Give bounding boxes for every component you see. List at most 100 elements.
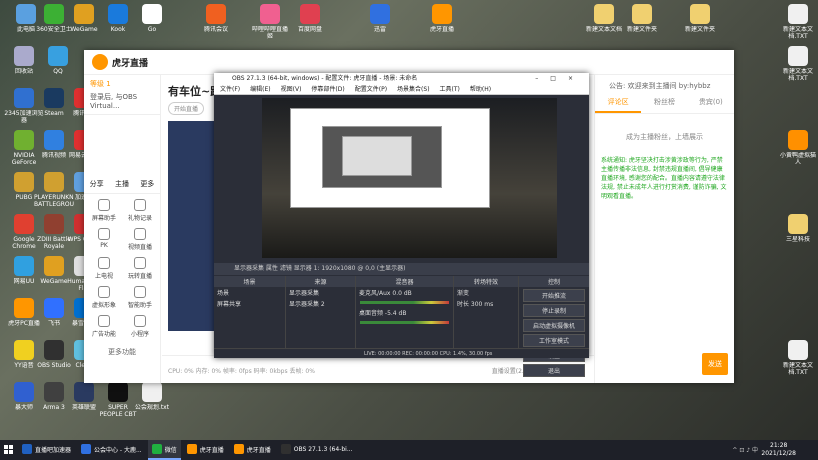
desktop-icon[interactable]: 新建文本文档.TXT [778,340,818,376]
dock-title: 转场特效 [454,276,518,287]
taskbar-item[interactable]: 微信 [147,440,181,460]
obs-menu-item[interactable]: 停靠部件(D) [311,85,344,94]
obs-menu-item[interactable]: 配置文件(P) [355,85,387,94]
desktop-icon[interactable]: 新建文本文档 [584,4,624,40]
perf-stats: CPU: 0% 内存: 0% 帧率: 0fps 码率: 0kbps 丢帧: 0% [168,368,315,375]
app-icon [788,214,808,234]
obs-menu-item[interactable]: 场景集合(S) [397,85,430,94]
chat-tab[interactable]: 评论区 [595,93,642,113]
tool-item[interactable]: 广告功能 [86,312,122,341]
control-button[interactable]: 启动虚拟摄像机 [523,319,585,332]
transition-item[interactable]: 时长 300 ms [454,298,518,309]
system-announce: 系统通知: 虎牙坚决打击涉黄涉政等行为, 严禁主播传播非法信息, 封禁违规直播间… [601,157,727,200]
tool-item[interactable]: 屏幕助手 [86,196,122,225]
mixe-item[interactable]: 麦克风/Aux 0.0 dB [356,287,453,298]
tool-item[interactable]: 礼物记录 [122,196,158,225]
desktop-icon-label: Go [147,26,157,33]
app-icon [14,88,34,108]
desktop-icon[interactable]: 哔哩哔哩直播姬 [250,4,290,40]
desktop-icon[interactable]: 腾讯会议 [196,4,236,40]
source-item[interactable]: 显示器采集 2 [286,298,355,309]
chat-tab[interactable]: 粉丝榜 [641,93,687,113]
app-icon [44,382,64,402]
desktop-icon[interactable]: 新建文本文档.TXT [778,4,818,40]
control-button[interactable]: 停止录制 [523,304,585,317]
desktop-icon-label: 腾讯会议 [203,26,228,33]
user-level: 等级 1 [90,80,111,88]
desktop-icon[interactable]: 百度网盘 [290,4,330,40]
desktop-icon-label: 三星科技 [785,236,810,243]
chat-tabs: 评论区 粉丝榜 贵宾(0) [595,93,734,114]
volume-meter[interactable] [360,321,449,324]
huya-chat-panel: 公告: 欢迎来到主播间 by:hybbz 评论区 粉丝榜 贵宾(0) 成为主播粉丝，… [594,75,734,383]
start-live-tag[interactable]: 开始直播 [168,102,205,115]
system-tray[interactable]: ^ ⊡ ♪ 中 [732,445,758,454]
desktop-icon[interactable]: Go [132,4,172,40]
taskbar-item[interactable]: OBS 27.1.3 (64-bi... [277,440,357,460]
desktop-icon[interactable]: 迅雷 [360,4,400,40]
taskbar-item[interactable]: 虎牙直播 [230,440,275,460]
desktop-icon-label: 新建文本文档.TXT [782,362,813,376]
mixe-item[interactable]: 桌面音频 -5.4 dB [356,307,453,318]
tool-item[interactable]: 智能助手 [122,283,158,312]
tool-item[interactable]: 上电视 [86,254,122,283]
obs-menu-item[interactable]: 帮助(H) [470,85,491,94]
desktop-icon[interactable]: QQ [38,46,78,82]
user-info[interactable]: 登录后, 与OBS Virtual... [90,92,154,110]
app-icon [108,4,128,24]
transition-item[interactable]: 渐变 [454,287,518,298]
taskbar-item[interactable]: 直播吧加速器 [18,440,75,460]
clock[interactable]: 21:28 2021/12/28 [761,442,796,458]
live-preview [168,121,218,331]
tool-item[interactable]: 玩转直播 [122,254,158,283]
control-button[interactable]: 退出 [523,364,585,377]
obs-menu-item[interactable]: 编辑(E) [250,85,270,94]
scene-item[interactable]: 场景 [214,287,285,298]
app-icon [14,382,34,402]
app-icon [432,4,452,24]
share-item[interactable]: 分享 [90,179,104,189]
desktop-icon[interactable]: 新建文本文档.TXT [778,46,818,82]
app-icon [44,214,64,234]
tool-icon [98,315,110,327]
desktop-icon[interactable]: 公会规划.txt [132,382,172,418]
chat-tab[interactable]: 贵宾(0) [688,93,734,113]
window-controls[interactable]: –□× [535,73,585,85]
obs-menu-item[interactable]: 文件(F) [220,85,240,94]
obs-menu-item[interactable]: 视图(V) [281,85,302,94]
volume-meter[interactable] [360,301,449,304]
desktop-icon[interactable]: 新建文件夹 [680,4,720,40]
taskbar: 直播吧加速器 公会中心 - 大鹿... 微信 虎牙直播 虎牙直播 OBS 27.1.3 (… [0,440,818,460]
control-button[interactable]: 开始推流 [523,289,585,302]
source-item[interactable]: 显示器采集 [286,287,355,298]
obs-preview-canvas[interactable] [262,98,557,258]
source-toolbar[interactable]: 显示器采集 属性 滤镜 显示器 1: 1920x1080 @ 0,0 (主显示器… [214,263,589,275]
scene-item[interactable]: 屏幕共享 [214,298,285,309]
desktop-icon-label: 公会规划.txt [134,404,170,411]
taskbar-item[interactable]: 虎牙直播 [183,440,228,460]
send-button[interactable]: 发送 [702,353,728,375]
obs-menu-item[interactable]: 工具(T) [440,85,460,94]
share-item[interactable]: 更多 [140,179,154,189]
start-button[interactable] [0,440,18,460]
desktop-icon[interactable]: 新建文件夹 [622,4,662,40]
tool-item[interactable]: 视频直播 [122,225,158,254]
obs-window: OBS 27.1.3 (64-bit, windows) - 配置文件: 虎牙直… [214,73,589,377]
desktop-icon[interactable]: 虎牙直播 [422,4,462,40]
scenes-dock: 场景 场景 屏幕共享 [214,276,286,358]
control-button[interactable]: 工作室模式 [523,334,585,347]
app-icon [370,4,390,24]
desktop-icon[interactable]: 小黄鸭虚拟猫人 [778,130,818,166]
tool-label: PK [100,242,108,249]
share-item[interactable]: 主播 [115,179,129,189]
desktop-icon-label: QQ [53,68,63,75]
tool-icon [134,199,146,211]
tool-label: 广告功能 [91,331,116,338]
controls-dock: 控制开始推流停止录制启动虚拟摄像机工作室模式设置退出 [519,276,589,377]
tool-item[interactable]: PK [86,225,122,254]
tool-item[interactable]: 虚拟形象 [86,283,122,312]
desktop-icon[interactable]: 三星科技 [778,214,818,250]
tool-item[interactable]: 小程序 [122,312,158,341]
taskbar-item[interactable]: 公会中心 - 大鹿... [77,440,146,460]
more-tools-link[interactable]: 更多功能 [84,347,160,357]
